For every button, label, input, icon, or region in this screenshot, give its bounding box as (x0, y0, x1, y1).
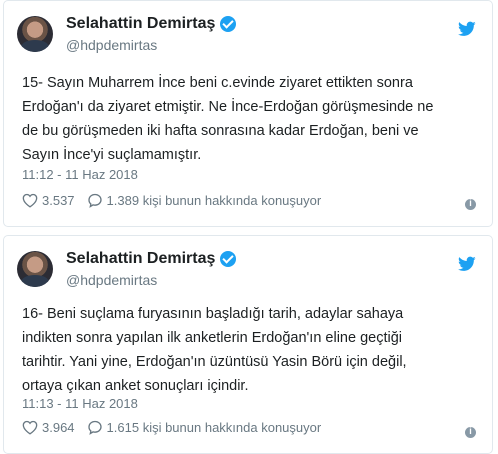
like-button[interactable]: 3.964 (22, 420, 75, 435)
avatar[interactable] (17, 251, 53, 287)
tweet-text: 15- Sayın Muharrem İnce beni c.evinde zi… (22, 75, 434, 163)
tweet-actions: 3.964 1.615 kişi bunun hakkında konuşuyo… (22, 420, 321, 435)
tweet-text: 16- Beni suçlama furyasının başladığı ta… (22, 306, 407, 394)
twitter-bird-icon[interactable] (458, 256, 476, 272)
conversation-text: 1.389 kişi bunun hakkında konuşuyor (106, 193, 322, 208)
author-handle[interactable]: @hdpdemirtas (66, 272, 157, 288)
like-button[interactable]: 3.537 (22, 193, 75, 208)
author-name[interactable]: Selahattin Demirtaş (66, 15, 215, 33)
tweet-card[interactable]: Selahattin Demirtaş @hdpdemirtas 16- Ben… (3, 235, 493, 454)
tweet-actions: 3.537 1.389 kişi bunun hakkında konuşuyo… (22, 193, 321, 208)
avatar[interactable] (17, 16, 53, 52)
speech-bubble-icon (87, 193, 102, 208)
tweet-timestamp[interactable]: 11:12 - 11 Haz 2018 (22, 167, 138, 182)
avatar-shirt (21, 275, 49, 287)
heart-icon (22, 193, 38, 208)
heart-icon (22, 420, 38, 435)
avatar-shirt (21, 40, 49, 52)
conversation-text: 1.615 kişi bunun hakkında konuşuyor (106, 420, 322, 435)
tweet-timestamp[interactable]: 11:13 - 11 Haz 2018 (22, 396, 138, 411)
info-icon[interactable] (465, 198, 476, 210)
info-icon[interactable] (465, 426, 476, 438)
author-row: Selahattin Demirtaş (66, 250, 237, 268)
reply-button[interactable]: 1.615 kişi bunun hakkında konuşuyor (87, 420, 322, 435)
reply-button[interactable]: 1.389 kişi bunun hakkında konuşuyor (87, 193, 322, 208)
author-name[interactable]: Selahattin Demirtaş (66, 250, 215, 268)
like-count: 3.964 (42, 420, 75, 435)
verified-badge-icon (220, 251, 237, 267)
twitter-bird-icon[interactable] (458, 21, 476, 37)
like-count: 3.537 (42, 193, 75, 208)
tweet-card[interactable]: Selahattin Demirtaş @hdpdemirtas 15- Say… (3, 0, 493, 227)
author-row: Selahattin Demirtaş (66, 15, 237, 33)
verified-badge-icon (220, 16, 237, 32)
author-handle[interactable]: @hdpdemirtas (66, 37, 157, 53)
speech-bubble-icon (87, 420, 102, 435)
